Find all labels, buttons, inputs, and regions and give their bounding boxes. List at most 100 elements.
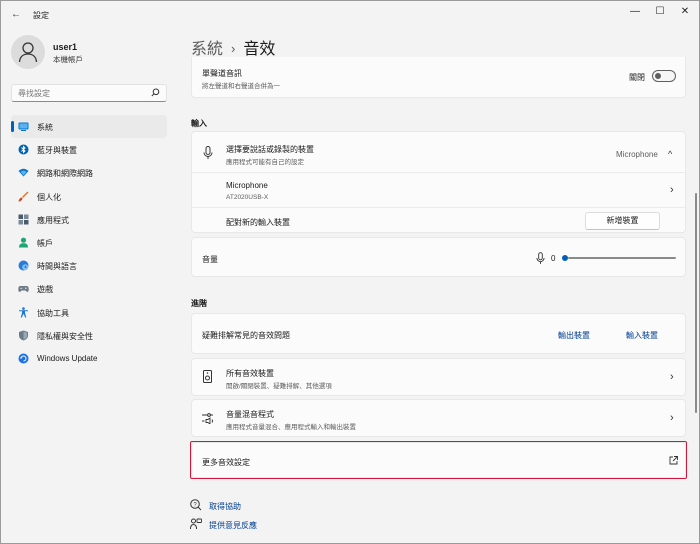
avatar [11, 35, 45, 69]
page-title: 音效 [243, 41, 276, 58]
volume-value: 0 [551, 254, 556, 263]
sidebar-item-accounts[interactable]: 帳戶 [11, 231, 167, 254]
feedback-icon [190, 518, 202, 530]
troubleshoot-input-link[interactable]: 輸入裝置 [626, 330, 658, 341]
sidebar-item-system[interactable]: 系統 [11, 115, 167, 139]
mono-audio-toggle[interactable] [652, 70, 676, 82]
mono-audio-toggle-label: 關閉 [629, 73, 645, 82]
shield-icon [19, 330, 28, 341]
sidebar-item-label: Windows Update [37, 353, 98, 363]
sidebar-item-label: 協助工具 [37, 308, 69, 318]
person-icon [19, 237, 28, 248]
troubleshoot-card: 疑難排解常見的音效問題 輸出裝置 輸入裝置 [191, 313, 686, 354]
input-device-card: 選擇要說話或錄製的裝置 應用程式可能有自己的設定 Microphone ^ Mi… [191, 131, 686, 233]
row-divider [192, 207, 685, 208]
microphone-icon [203, 146, 213, 159]
sidebar-item-apps[interactable]: 應用程式 [11, 208, 167, 231]
search-box[interactable] [11, 84, 167, 102]
mono-audio-card: 單聲道音訊 將左聲道和右聲道合併為一 關閉 [191, 57, 686, 98]
add-device-button[interactable]: 新增裝置 [585, 212, 660, 230]
sidebar-item-label: 遊戲 [37, 285, 53, 295]
speaker-device-icon [203, 370, 212, 383]
gamepad-icon [18, 286, 29, 293]
breadcrumb-parent[interactable]: 系統 [191, 41, 223, 58]
sidebar-item-label: 網路和網際網路 [37, 169, 93, 179]
wifi-icon [18, 169, 29, 177]
search-input[interactable] [18, 87, 146, 100]
person-avatar-icon [18, 42, 38, 63]
mono-audio-description: 將左聲道和右聲道合併為一 [202, 83, 280, 90]
troubleshoot-label: 疑難排解常見的音效問題 [202, 331, 290, 340]
app-title: 設定 [33, 11, 49, 20]
input-section-title: 輸入 [191, 119, 207, 128]
chevron-right-icon[interactable]: › [670, 184, 674, 196]
sidebar-item-label: 藍牙與裝置 [37, 146, 77, 156]
input-device-model: AT2020USB-X [226, 194, 269, 201]
sidebar-item-label: 隱私權與安全性 [37, 331, 93, 341]
advanced-section-title: 進階 [191, 299, 207, 308]
sidebar-item-windows-update[interactable]: Windows Update [11, 347, 167, 370]
close-button[interactable]: ✕ [675, 5, 695, 19]
volume-label: 音量 [202, 255, 218, 264]
feedback-link[interactable]: 提供意見反應 [209, 520, 257, 531]
mono-audio-title: 單聲道音訊 [202, 69, 242, 78]
globe-clock-icon [18, 260, 29, 271]
volume-slider-track[interactable] [568, 257, 676, 259]
troubleshoot-output-link[interactable]: 輸出裝置 [558, 330, 590, 341]
sidebar-item-label: 應用程式 [37, 215, 69, 225]
sidebar-item-personalization[interactable]: 個人化 [11, 185, 167, 208]
all-sound-devices-card[interactable]: 所有音效裝置 開啟/關閉裝置、疑難排解、其他選項 › [191, 358, 686, 396]
volume-mixer-icon [202, 413, 213, 424]
choose-input-device-title: 選擇要說話或錄製的裝置 [226, 145, 314, 154]
accessibility-icon [19, 306, 28, 317]
microphone-volume-icon [536, 252, 545, 264]
pair-new-input-label: 配對新的輸入裝置 [226, 218, 290, 227]
brush-icon [18, 191, 29, 202]
settings-window: ← 設定 — ☐ ✕ user1 本機帳戶 系統 藍牙與裝置 [0, 0, 700, 544]
input-device-name[interactable]: Microphone [226, 181, 268, 190]
breadcrumb-separator: › [231, 41, 236, 56]
all-sound-devices-title: 所有音效裝置 [226, 369, 274, 378]
sidebar-nav: 系統 藍牙與裝置 網路和網際網路 個人化 應用程式 帳戶 時間與語言 遊戲 協助… [11, 115, 167, 370]
row-divider [192, 172, 685, 173]
chevron-right-icon[interactable]: › [670, 371, 674, 383]
minimize-button[interactable]: — [625, 5, 645, 19]
sidebar-item-label: 時間與語言 [37, 262, 77, 272]
scrollbar[interactable] [695, 193, 697, 413]
sidebar-item-bluetooth[interactable]: 藍牙與裝置 [11, 138, 167, 161]
highlight-box [190, 441, 687, 479]
system-icon [18, 122, 29, 131]
get-help-link[interactable]: 取得協助 [209, 501, 241, 512]
all-sound-devices-description: 開啟/關閉裝置、疑難排解、其他選項 [226, 383, 332, 390]
volume-slider-thumb[interactable] [562, 255, 568, 261]
breadcrumb: 系統 › 音效 [191, 35, 275, 59]
sidebar-item-label: 帳戶 [37, 238, 53, 248]
apps-icon [18, 214, 29, 225]
selected-input-device[interactable]: Microphone [616, 150, 658, 159]
user-profile[interactable]: user1 本機帳戶 [11, 35, 171, 75]
user-name: user1 [53, 42, 78, 52]
get-help-icon: ? [190, 499, 202, 511]
sidebar-item-time-language[interactable]: 時間與語言 [11, 254, 167, 277]
collapse-chevron-icon[interactable]: ^ [668, 149, 672, 159]
sidebar-item-label: 系統 [37, 123, 53, 132]
toggle-knob [655, 73, 661, 79]
choose-input-device-description: 應用程式可能有自己的設定 [226, 159, 304, 166]
sidebar-item-label: 個人化 [37, 192, 61, 202]
sidebar-item-gaming[interactable]: 遊戲 [11, 277, 167, 300]
volume-mixer-card[interactable]: 音量混音程式 應用程式音量混合、應用程式輸入和輸出裝置 › [191, 399, 686, 437]
search-icon[interactable] [151, 88, 160, 99]
sidebar-item-network[interactable]: 網路和網際網路 [11, 161, 167, 184]
chevron-right-icon[interactable]: › [670, 412, 674, 424]
bluetooth-icon [18, 144, 29, 155]
title-bar: ← 設定 — ☐ ✕ [1, 1, 699, 29]
volume-mixer-description: 應用程式音量混合、應用程式輸入和輸出裝置 [226, 424, 356, 431]
account-type: 本機帳戶 [53, 55, 83, 64]
back-button[interactable]: ← [9, 8, 23, 22]
sidebar-item-accessibility[interactable]: 協助工具 [11, 301, 167, 324]
sidebar-item-privacy-security[interactable]: 隱私權與安全性 [11, 324, 167, 347]
update-icon [18, 353, 29, 364]
active-indicator [11, 121, 14, 132]
volume-mixer-title: 音量混音程式 [226, 410, 274, 419]
maximize-button[interactable]: ☐ [650, 5, 670, 19]
